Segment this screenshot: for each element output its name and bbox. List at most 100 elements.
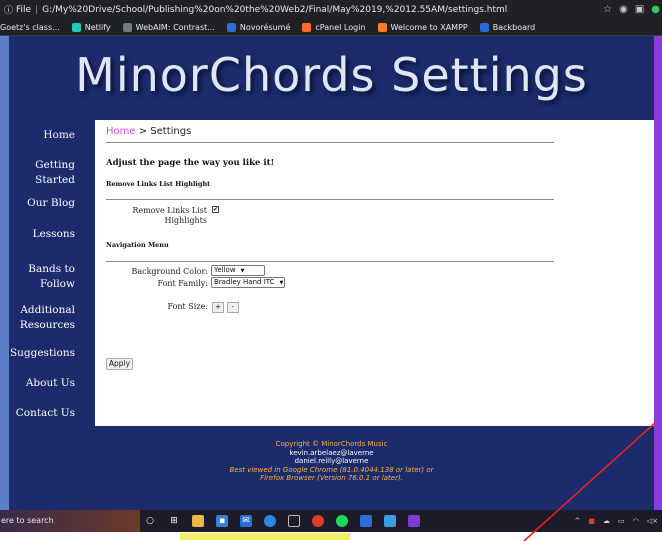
background-color-select[interactable]: Yellow ▼: [211, 265, 265, 276]
taskbar-apps: ○ ⊞ ▪ ✉: [144, 510, 420, 532]
bookmark-label: cPanel Login: [315, 22, 366, 32]
bookmark-item[interactable]: Netlify: [71, 22, 111, 32]
file-explorer-icon[interactable]: [192, 515, 204, 527]
bookmark-item[interactable]: cPanel Login: [302, 22, 366, 32]
background-window-strip: [0, 532, 662, 541]
settings-content: Home > Settings Adjust the page the way …: [95, 120, 654, 426]
bookmark-item[interactable]: WebAIM: Contrast...: [122, 22, 215, 32]
breadcrumb-home-link[interactable]: Home: [106, 126, 136, 137]
font-family-value: Bradley Hand ITC: [214, 278, 275, 286]
chrome-icon[interactable]: [312, 515, 324, 527]
breadcrumb: Home > Settings: [106, 126, 191, 137]
onedrive-icon[interactable]: ☁: [603, 517, 610, 525]
bookmark-label: Backboard: [492, 22, 536, 32]
background-color-label: Background Color:: [131, 267, 208, 276]
nav-item-contact-us[interactable]: Contact Us: [9, 406, 81, 421]
bookmark-label: Netlify: [84, 22, 111, 32]
chevron-up-icon[interactable]: ^: [575, 517, 581, 525]
nav-item-additional-resources[interactable]: Additional Resources: [9, 303, 81, 333]
footer-email-2[interactable]: daniel.reilly@laverne: [9, 457, 654, 466]
font-family-label: Font Family:: [157, 279, 208, 288]
font-size-increase-button[interactable]: +: [212, 302, 224, 313]
tray-app-icon[interactable]: ■: [588, 517, 595, 525]
bookmark-label: Goetz's class...: [0, 22, 60, 32]
info-icon[interactable]: ⓘ: [4, 3, 13, 16]
scheme-label: File: [16, 4, 32, 15]
word-icon[interactable]: [360, 515, 372, 527]
breadcrumb-current: Settings: [150, 126, 192, 137]
font-family-select[interactable]: Bradley Hand ITC ▼: [211, 277, 285, 288]
spotify-icon[interactable]: [336, 515, 348, 527]
bookmark-favicon-icon: [226, 22, 236, 32]
dropdown-arrow-icon: ▼: [240, 268, 245, 274]
extension-icon-2[interactable]: ▣: [635, 4, 644, 15]
nav-item-bands-to-follow[interactable]: Bands to Follow: [9, 262, 81, 292]
font-size-label: Font Size:: [167, 302, 208, 311]
breadcrumb-separator: >: [138, 126, 148, 137]
nav-item-our-blog[interactable]: Our Blog: [9, 196, 81, 211]
store-icon[interactable]: ▪: [216, 515, 228, 527]
divider: [106, 261, 554, 262]
bookmark-favicon-icon: [377, 22, 387, 32]
bookmark-label: Novorésumé: [239, 22, 291, 32]
profile-icon[interactable]: ●: [651, 4, 660, 15]
volume-icon[interactable]: ◁×: [647, 517, 658, 525]
bookmark-favicon-icon: [302, 22, 312, 32]
visual-studio-icon[interactable]: [408, 515, 420, 527]
system-tray: ^ ■ ☁ ▭ ◠ ◁×: [575, 510, 658, 532]
bookmark-label: WebAIM: Contrast...: [135, 22, 215, 32]
edge-icon[interactable]: [264, 515, 276, 527]
bookmark-favicon-icon: [71, 22, 81, 32]
url-text[interactable]: G:/My%20Drive/School/Publishing%20on%20t…: [42, 5, 507, 15]
cortana-icon[interactable]: ○: [144, 515, 156, 527]
remove-highlights-checkbox[interactable]: ✔: [212, 206, 219, 213]
footer-email-1[interactable]: kevin.arbelaez@laverne: [9, 449, 654, 458]
footer-firefox: Firefox Browser (Version 76.0.1 or later…: [260, 474, 403, 482]
extension-icon[interactable]: ◉: [619, 4, 628, 15]
browser-address-bar: ⓘ File | G:/My%20Drive/School/Publishing…: [0, 0, 662, 19]
site-container: MinorChords Settings Home Getting Started…: [9, 36, 654, 510]
wifi-icon[interactable]: ◠: [633, 517, 639, 525]
footer-best-viewed: Best viewed in Google Chrome (81.0.4044.…: [229, 465, 434, 474]
page-heading: Adjust the page the way you like it!: [106, 158, 275, 168]
background-color-value: Yellow: [214, 266, 236, 274]
highlight-mark: [180, 533, 350, 540]
bookmark-favicon-icon: [122, 22, 132, 32]
windows-taskbar: ere to search ○ ⊞ ▪ ✉ ^ ■ ☁ ▭ ◠ ◁×: [0, 510, 662, 532]
bookmarks-bar: Goetz's class... Netlify WebAIM: Contrast.…: [0, 19, 662, 36]
app-icon[interactable]: [384, 515, 396, 527]
page-edge-strip: [654, 36, 662, 510]
bookmark-item[interactable]: Goetz's class...: [0, 23, 60, 32]
dropdown-arrow-icon: ▼: [279, 280, 284, 286]
side-navigation: Home Getting Started Our Blog Lessons Bands …: [9, 120, 81, 426]
apply-button[interactable]: Apply: [106, 358, 133, 370]
bookmark-item[interactable]: Welcome to XAMPP: [377, 22, 468, 32]
browser-toolbar-icons: ☆ ◉ ▣ ●: [597, 0, 660, 19]
site-title: MinorChords Settings: [75, 48, 588, 102]
star-icon[interactable]: ☆: [603, 4, 612, 15]
bookmark-label: Welcome to XAMPP: [390, 22, 468, 32]
font-size-decrease-button[interactable]: -: [227, 302, 239, 313]
nav-item-getting-started[interactable]: Getting Started: [9, 158, 81, 188]
notes-icon[interactable]: [288, 515, 300, 527]
divider: [106, 142, 554, 143]
address-separator: |: [35, 4, 39, 15]
web-page: MinorChords Settings Home Getting Started…: [0, 36, 662, 510]
bookmark-item[interactable]: Novorésumé: [226, 22, 291, 32]
site-footer: Copyright © MinorChords Music kevin.arbe…: [9, 440, 654, 483]
nav-item-about-us[interactable]: About Us: [9, 376, 81, 391]
nav-item-suggestions[interactable]: Suggestions: [9, 346, 81, 361]
battery-icon[interactable]: ▭: [618, 517, 625, 525]
section-heading-links: Remove Links List Highlight: [106, 180, 211, 188]
remove-highlights-label: Remove Links List Highlights: [132, 206, 207, 225]
taskbar-search[interactable]: ere to search: [0, 510, 140, 532]
nav-item-home[interactable]: Home: [9, 128, 81, 143]
task-view-icon[interactable]: ⊞: [168, 515, 180, 527]
bookmark-favicon-icon: [479, 22, 489, 32]
footer-copyright: Copyright © MinorChords Music: [275, 440, 388, 448]
section-heading-navigation: Navigation Menu: [106, 241, 169, 249]
nav-item-lessons[interactable]: Lessons: [9, 227, 81, 242]
divider: [106, 199, 554, 200]
mail-icon[interactable]: ✉: [240, 515, 252, 527]
bookmark-item[interactable]: Backboard: [479, 22, 536, 32]
